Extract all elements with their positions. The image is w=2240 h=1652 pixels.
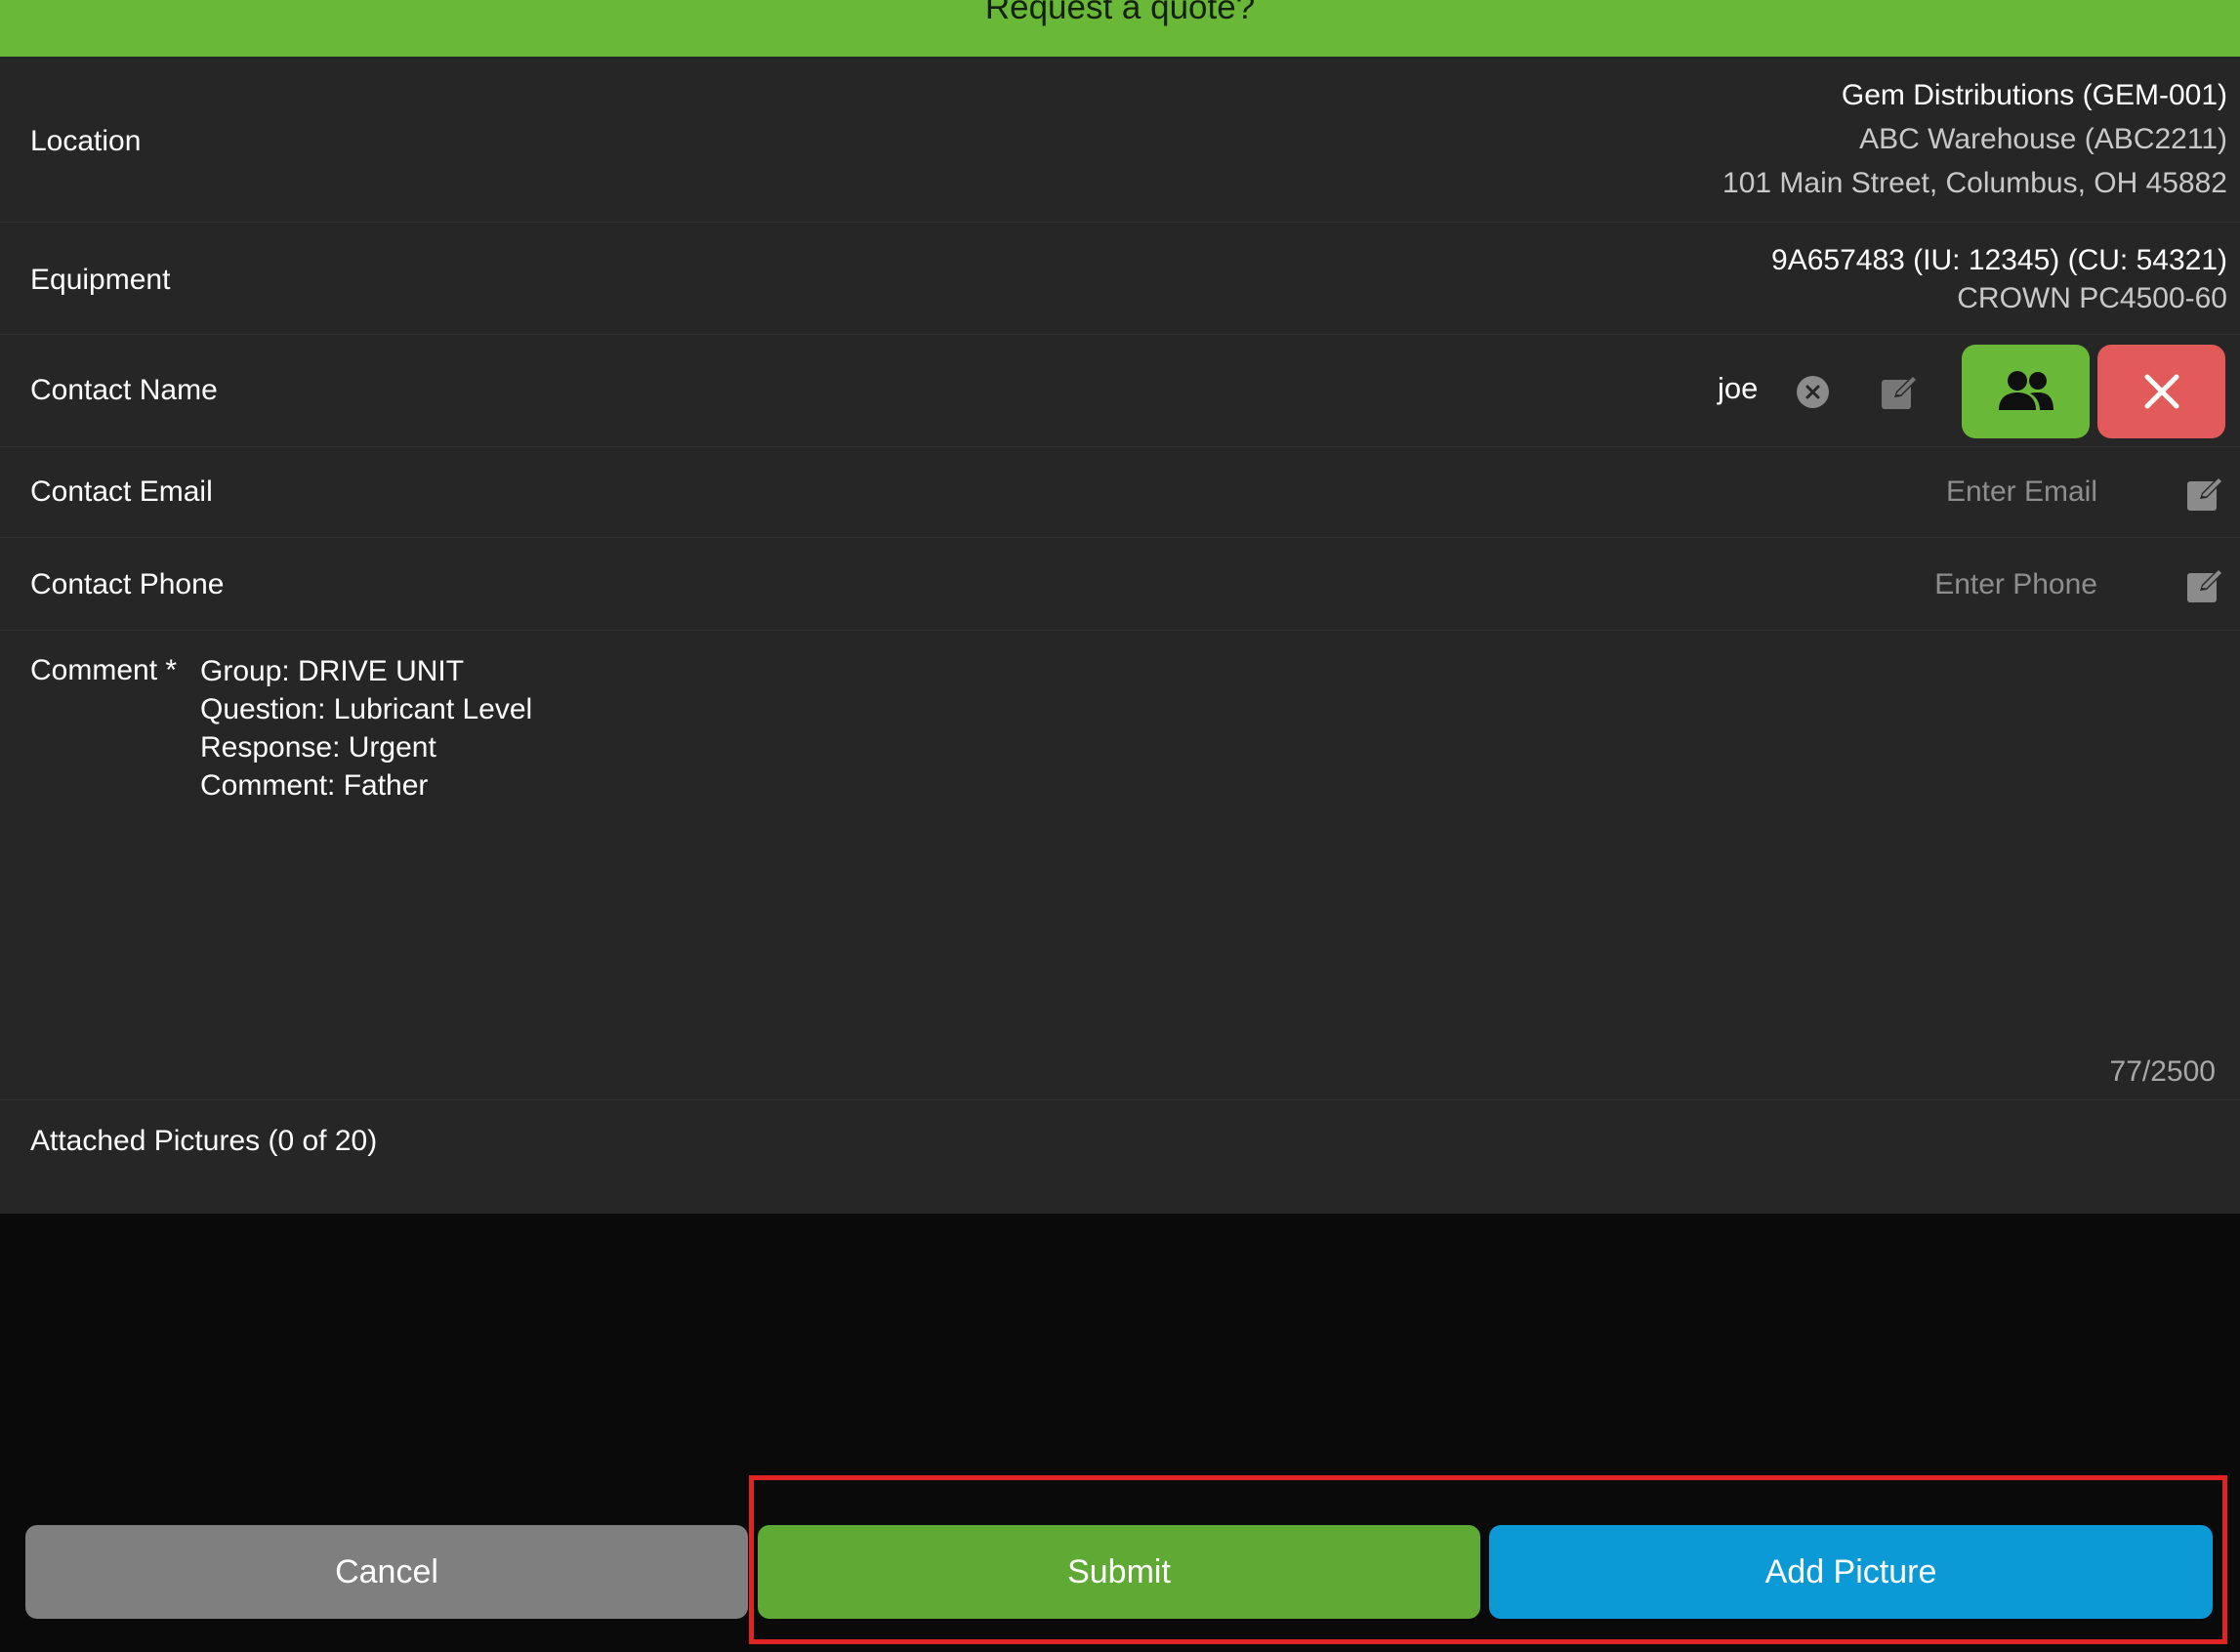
select-contact-button[interactable] bbox=[1962, 345, 2090, 438]
comment-textarea[interactable]: Group: DRIVE UNIT Question: Lubricant Le… bbox=[200, 652, 532, 805]
divider bbox=[0, 1099, 2240, 1100]
divider bbox=[0, 537, 2240, 538]
equipment-label: Equipment bbox=[30, 264, 171, 296]
contact-email-edit-icon[interactable] bbox=[2184, 473, 2225, 514]
page-title: Request a quote? bbox=[984, 0, 1256, 26]
contact-phone-field[interactable]: Enter Phone bbox=[1934, 568, 2097, 601]
cancel-button[interactable]: Cancel bbox=[25, 1525, 748, 1619]
divider bbox=[0, 446, 2240, 447]
contact-email-label: Contact Email bbox=[30, 475, 213, 508]
x-icon bbox=[2144, 374, 2178, 409]
contact-phone-edit-icon[interactable] bbox=[2184, 564, 2225, 605]
contact-name-edit-icon[interactable] bbox=[1879, 371, 1920, 412]
comment-label: Comment * bbox=[30, 654, 178, 686]
location-company: Gem Distributions (GEM-001) bbox=[1841, 79, 2227, 111]
quote-request-screen: Request a quote? Location Gem Distributi… bbox=[0, 0, 2240, 1652]
divider bbox=[0, 630, 2240, 631]
highlight-annotation-box bbox=[749, 1475, 2227, 1644]
contact-name-value[interactable]: joe bbox=[1718, 371, 1758, 406]
contact-phone-label: Contact Phone bbox=[30, 568, 225, 600]
location-warehouse: ABC Warehouse (ABC2211) bbox=[1859, 123, 2227, 155]
header-bar: Request a quote? bbox=[0, 0, 2240, 57]
people-icon bbox=[1998, 371, 2053, 410]
divider bbox=[0, 222, 2240, 223]
equipment-model: CROWN PC4500-60 bbox=[1957, 282, 2227, 314]
quote-form bbox=[0, 57, 2240, 1214]
divider bbox=[0, 334, 2240, 335]
comment-char-counter: 77/2500 bbox=[2109, 1055, 2216, 1088]
clear-circle-icon[interactable] bbox=[1797, 376, 1829, 408]
attached-pictures-label: Attached Pictures (0 of 20) bbox=[30, 1125, 378, 1157]
contact-name-label: Contact Name bbox=[30, 374, 218, 406]
location-label: Location bbox=[30, 125, 142, 157]
contact-email-field[interactable]: Enter Email bbox=[1946, 475, 2097, 509]
remove-contact-button[interactable] bbox=[2097, 345, 2225, 438]
location-address: 101 Main Street, Columbus, OH 45882 bbox=[1722, 167, 2227, 199]
